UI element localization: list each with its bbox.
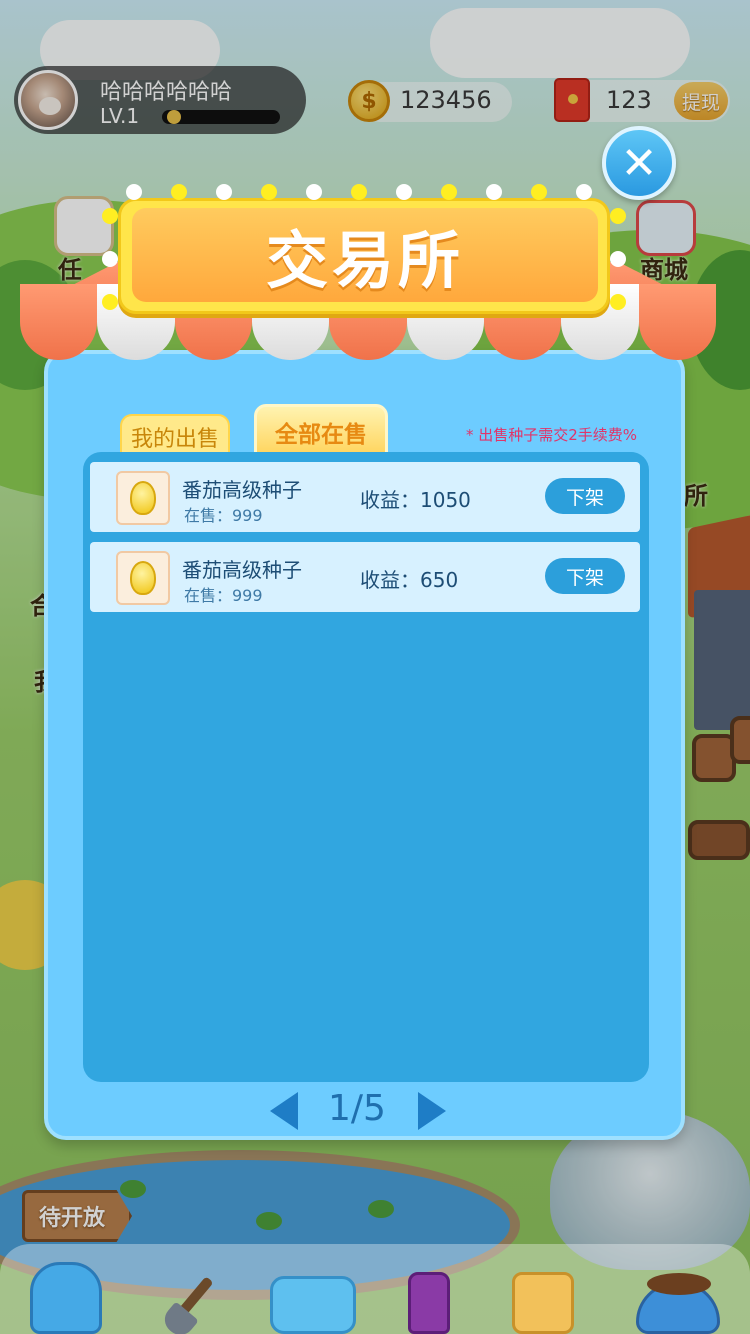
delist-button[interactable]: 下架 xyxy=(545,558,625,594)
delist-button[interactable]: 下架 xyxy=(545,478,625,514)
marquee-bulb xyxy=(102,251,118,267)
marquee-bulb xyxy=(261,184,277,200)
seed-icon xyxy=(116,551,170,605)
marquee-bulb xyxy=(306,184,322,200)
seed-stock: 在售：999 xyxy=(184,506,263,525)
marquee-bulb xyxy=(396,184,412,200)
marquee-bulb xyxy=(576,184,592,200)
marquee-bulb xyxy=(441,184,457,200)
watering-can-icon[interactable] xyxy=(270,1276,356,1334)
marquee-bulb xyxy=(610,208,626,224)
seed-income: 收益：1050 xyxy=(360,488,471,512)
modal-title: 交易所 xyxy=(132,208,598,302)
backpack-icon[interactable] xyxy=(30,1262,102,1334)
marquee-bulb xyxy=(486,184,502,200)
listing-row: 番茄高级种子 在售：999 收益：650 下架 xyxy=(90,542,640,612)
close-icon: ✕ xyxy=(620,137,658,189)
seed-name: 番茄高级种子 xyxy=(182,558,302,582)
poison-bottle-icon[interactable] xyxy=(408,1272,450,1334)
marquee-bulb xyxy=(610,251,626,267)
page-indicator: 1/5 xyxy=(328,1088,386,1129)
fee-note: * 出售种子需交2手续费% xyxy=(466,426,638,444)
tab-label: 全部在售 xyxy=(275,422,367,448)
next-page-icon[interactable] xyxy=(418,1092,446,1130)
seed-icon xyxy=(116,471,170,525)
marquee-bulb xyxy=(610,294,626,310)
seed-income: 收益：650 xyxy=(360,568,459,592)
prev-page-icon[interactable] xyxy=(270,1092,298,1130)
seed-stock: 在售：999 xyxy=(184,586,263,605)
seed-name: 番茄高级种子 xyxy=(182,478,302,502)
listing-row: 番茄高级种子 在售：999 收益：1050 下架 xyxy=(90,462,640,532)
marquee-bulb xyxy=(216,184,232,200)
seed-bag-icon[interactable] xyxy=(512,1272,574,1334)
marquee-bulb xyxy=(102,294,118,310)
marquee-bulb xyxy=(531,184,547,200)
marquee-bulb xyxy=(126,184,142,200)
marquee-bulb xyxy=(102,208,118,224)
marquee-bulb xyxy=(171,184,187,200)
marquee-bulb xyxy=(351,184,367,200)
shovel-icon[interactable] xyxy=(159,1274,230,1334)
tab-label: 我的出售 xyxy=(130,427,219,452)
close-button[interactable]: ✕ xyxy=(602,126,676,200)
